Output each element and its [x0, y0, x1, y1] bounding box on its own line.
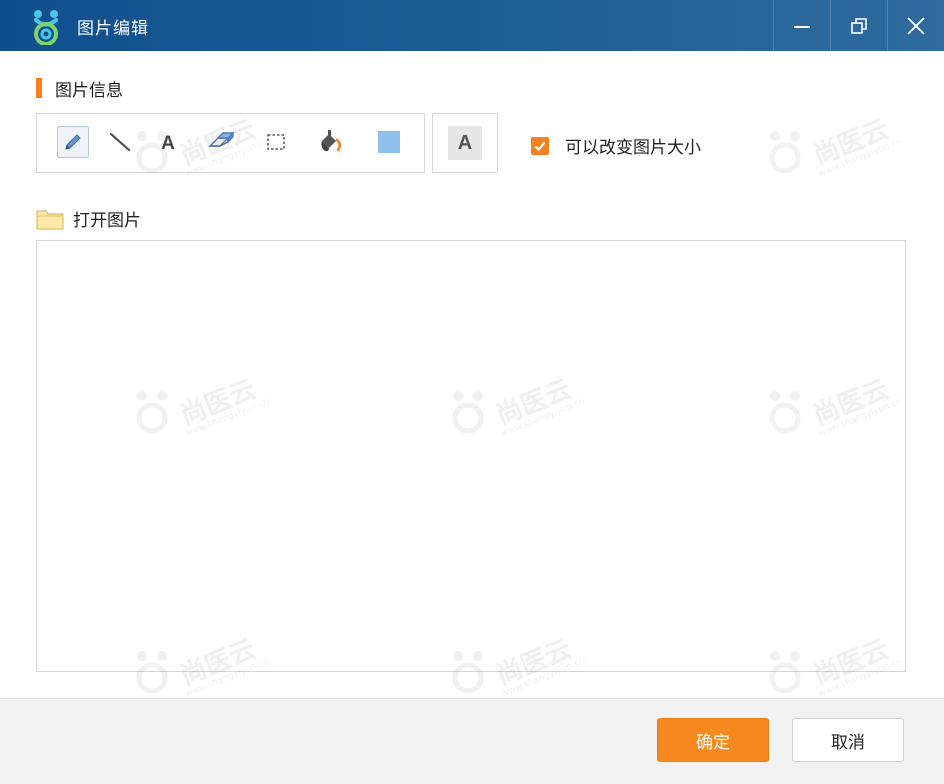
section-accent-bar	[36, 78, 42, 98]
section-header: 图片信息	[36, 77, 123, 101]
confirm-button[interactable]: 确定	[657, 718, 769, 762]
section-title: 图片信息	[55, 80, 123, 101]
close-button[interactable]	[887, 0, 944, 51]
cancel-button[interactable]: 取消	[792, 718, 904, 762]
svg-text:A: A	[161, 133, 175, 153]
close-icon	[907, 16, 925, 35]
image-canvas[interactable]	[36, 240, 906, 672]
restore-button[interactable]	[830, 0, 887, 51]
restore-icon	[851, 17, 867, 34]
app-logo-icon	[34, 10, 58, 45]
resize-checkbox[interactable]	[531, 136, 549, 155]
font-button[interactable]: A	[448, 126, 482, 160]
line-tool[interactable]	[104, 126, 136, 158]
text-tool[interactable]: A	[152, 126, 184, 158]
checkmark-icon	[534, 141, 546, 151]
title-bar: 图片编辑	[0, 0, 944, 51]
eraser-icon	[208, 131, 235, 147]
open-image-button[interactable]: 打开图片	[36, 206, 141, 231]
line-icon	[109, 132, 131, 152]
select-icon	[267, 134, 285, 150]
minimize-button[interactable]	[773, 0, 830, 51]
color-swatch-icon	[378, 131, 400, 153]
pencil-icon	[65, 134, 81, 150]
resize-option[interactable]: 可以改变图片大小	[531, 133, 701, 158]
minimize-icon	[794, 25, 810, 28]
fill-tool[interactable]	[314, 126, 346, 158]
eraser-tool[interactable]	[205, 126, 237, 158]
color-picker[interactable]	[373, 126, 405, 158]
pencil-tool[interactable]	[57, 126, 89, 158]
window-title: 图片编辑	[77, 19, 149, 39]
folder-icon	[36, 209, 64, 230]
text-icon: A	[161, 133, 175, 153]
fill-bucket-icon	[321, 130, 341, 152]
resize-label: 可以改变图片大小	[565, 138, 701, 158]
font-tool-box: A	[432, 113, 498, 173]
drawing-toolbar: A	[36, 113, 425, 173]
dialog-footer: 确定 取消	[0, 698, 944, 784]
watermark: 尚医云www.shangyiyun.cn	[765, 114, 904, 179]
watermark-logo-icon	[769, 131, 801, 174]
select-tool[interactable]	[260, 126, 292, 158]
open-image-label: 打开图片	[73, 211, 141, 231]
